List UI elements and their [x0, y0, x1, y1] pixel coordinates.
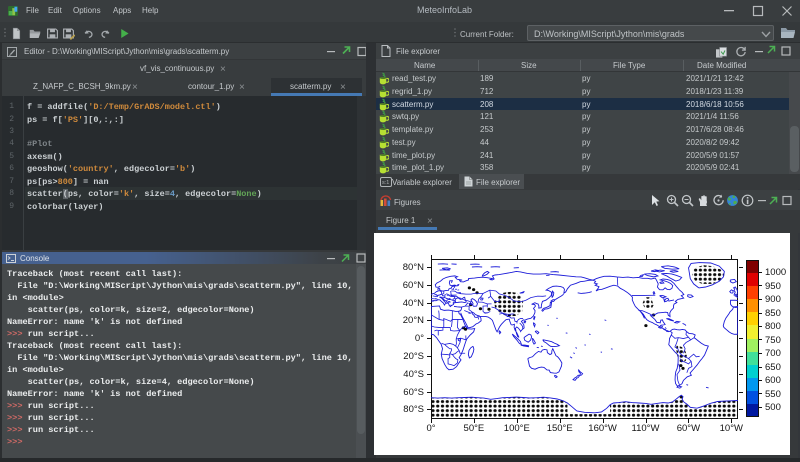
svg-text:s:1: s:1 — [382, 180, 389, 186]
